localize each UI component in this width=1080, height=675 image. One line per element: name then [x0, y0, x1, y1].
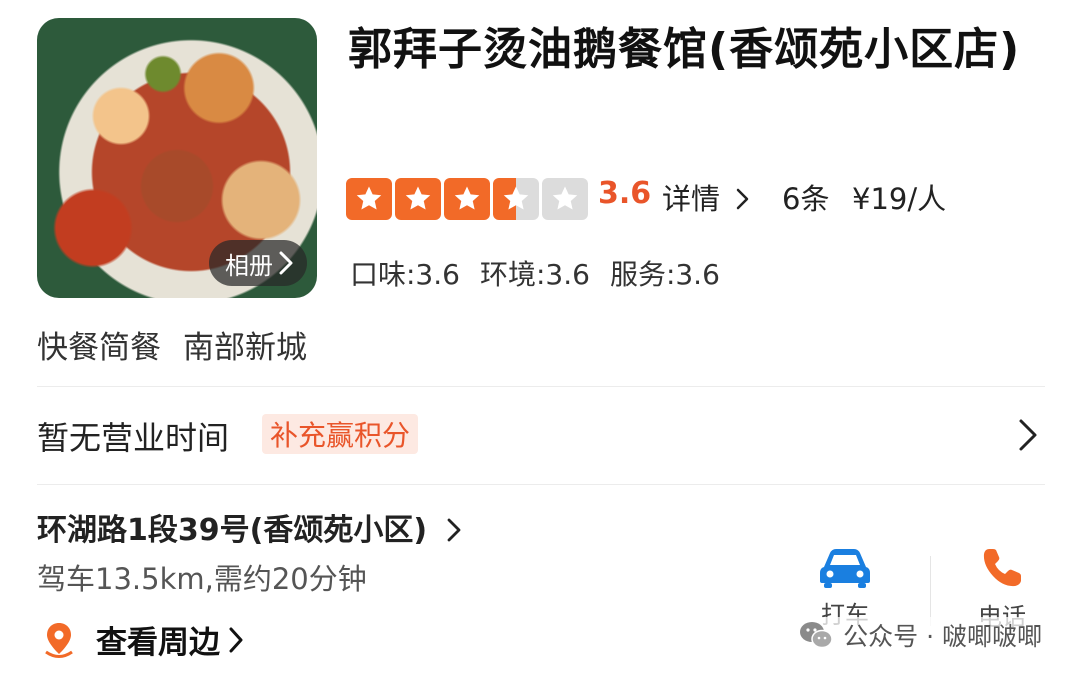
chevron-right-icon: [229, 627, 243, 652]
nearby-link[interactable]: 查看周边: [42, 617, 244, 662]
restaurant-title: 郭拜子烫油鹅餐馆(香颂苑小区店): [348, 24, 1021, 75]
chevron-right-icon: [447, 518, 460, 542]
rating-score: 3.6: [598, 176, 652, 211]
star-icon: [346, 178, 392, 220]
review-count[interactable]: 6条: [782, 176, 829, 218]
rating-stars: [346, 178, 588, 220]
star-icon: [395, 178, 441, 220]
address-link[interactable]: 环湖路1段39号(香颂苑小区): [37, 505, 462, 549]
detail-link[interactable]: 详情: [662, 176, 751, 218]
wechat-icon: [800, 622, 833, 649]
category-row: 快餐简餐 南部新城: [37, 322, 307, 367]
drive-distance: 驾车13.5km,需约20分钟: [37, 562, 367, 596]
chevron-right-icon: [279, 251, 293, 275]
star-empty-icon: [542, 178, 588, 220]
star-icon: [444, 178, 490, 220]
nearby-label: 查看周边: [96, 625, 220, 661]
watermark-text: 公众号 · 啵唧啵唧: [843, 622, 1042, 651]
album-label: 相册: [225, 251, 273, 280]
add-points-badge[interactable]: 补充赢积分: [262, 414, 419, 454]
category-label: 快餐简餐: [37, 330, 161, 366]
area-label: 南部新城: [183, 330, 307, 366]
half-star-icon: [493, 178, 539, 220]
sub-scores: 口味:3.6 环境:3.6 服务:3.6: [350, 253, 720, 293]
business-hours[interactable]: 暂无营业时间: [37, 413, 229, 459]
album-button[interactable]: 相册: [209, 240, 307, 286]
vertical-divider: [930, 556, 931, 626]
restaurant-photo[interactable]: 相册: [37, 18, 317, 298]
divider: [37, 386, 1045, 387]
phone-icon: [983, 549, 1021, 587]
location-pin-icon: [45, 622, 73, 658]
detail-label: 详情: [662, 182, 721, 216]
chevron-right-icon: [736, 188, 749, 210]
address-text: 环湖路1段39号(香颂苑小区): [37, 513, 428, 548]
divider: [37, 484, 1045, 485]
watermark: 公众号 · 啵唧啵唧: [799, 617, 1042, 653]
car-icon: [820, 549, 870, 588]
service-score: 服务:3.6: [609, 258, 720, 291]
avg-price: ¥19/人: [852, 182, 947, 216]
environment-score: 环境:3.6: [479, 258, 590, 291]
hours-chevron-right-icon[interactable]: [1018, 418, 1038, 456]
taste-score: 口味:3.6: [350, 258, 460, 291]
